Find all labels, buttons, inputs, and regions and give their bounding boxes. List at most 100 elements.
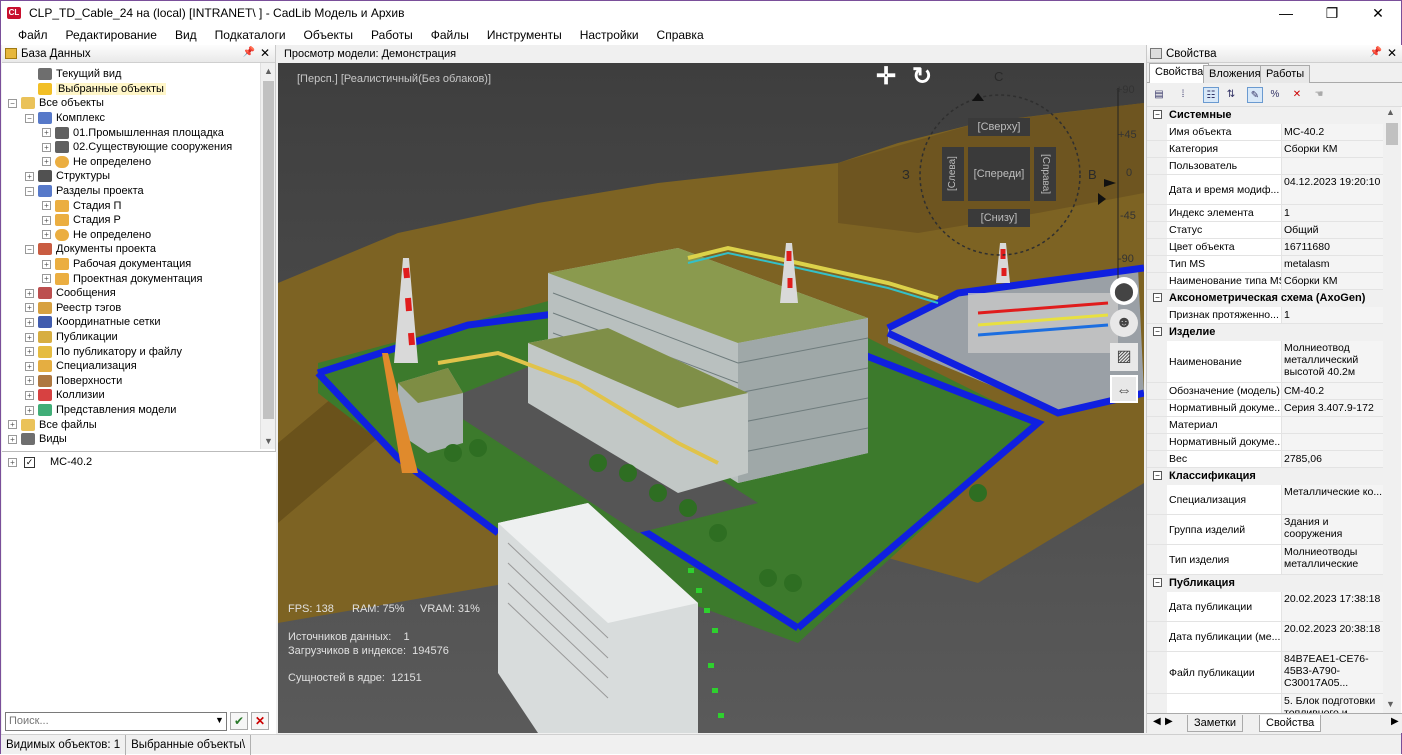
maximize-button[interactable]: ❐ — [1309, 1, 1355, 25]
expand-icon[interactable]: + — [42, 142, 51, 152]
pin-icon[interactable]: 📌 — [1370, 47, 1382, 58]
property-row[interactable]: Тип MS metalasm — [1147, 256, 1383, 273]
expand-icon[interactable]: + — [25, 303, 34, 313]
clear-filter-button[interactable]: ✕ — [251, 712, 269, 730]
property-value[interactable]: Металлические ко... — [1281, 485, 1383, 514]
expand-icon[interactable]: + — [42, 259, 51, 269]
expand-icon[interactable]: + — [42, 274, 51, 284]
property-row[interactable]: Имя объекта МС-40.2 — [1147, 124, 1383, 141]
tree-item[interactable]: + Проектная документация — [42, 271, 202, 286]
tab-notes[interactable]: Заметки — [1187, 715, 1244, 732]
collapse-icon[interactable]: − — [1153, 293, 1162, 302]
tab-attachments[interactable]: Вложения — [1203, 65, 1267, 83]
collapse-icon[interactable]: − — [1153, 471, 1162, 480]
property-row[interactable]: Индекс элемента 1 — [1147, 205, 1383, 222]
tree-item[interactable]: Текущий вид — [25, 67, 121, 82]
view-cube-right[interactable]: [Справа] — [1034, 147, 1056, 201]
property-value[interactable]: Сборки КМ — [1281, 273, 1383, 289]
collapse-icon[interactable]: − — [1153, 578, 1162, 587]
tab-scroll-right-icon[interactable]: ▶ — [1165, 716, 1173, 727]
property-value[interactable] — [1281, 417, 1383, 433]
tree-scrollbar[interactable]: ▲ ▼ — [260, 63, 275, 449]
property-value[interactable]: Общий — [1281, 222, 1383, 238]
scroll-up-icon[interactable]: ▲ — [261, 63, 276, 79]
property-value[interactable]: Молниеотводы металлические — [1281, 545, 1383, 574]
property-row[interactable]: Обозначение (модель) СМ-40.2 — [1147, 383, 1383, 400]
tree-item[interactable]: + Не определено — [42, 228, 151, 243]
property-row[interactable]: Дата публикации 20.02.2023 17:38:18 — [1147, 592, 1383, 622]
tree-item[interactable]: + Виды — [8, 432, 67, 447]
property-section[interactable]: − Аксонометрическая схема (AxoGen) — [1147, 290, 1383, 307]
property-value[interactable]: 5. Блок подготовки топливного и пусковог… — [1281, 694, 1383, 713]
tab-scroll-left-icon[interactable]: ◀ — [1153, 716, 1161, 727]
property-section[interactable]: − Публикация — [1147, 575, 1383, 592]
property-row[interactable]: Нормативный докуме... Серия 3.407.9-172 — [1147, 400, 1383, 417]
expand-icon[interactable]: + — [8, 420, 17, 430]
property-value[interactable]: Молниеотвод металлический высотой 40.2м — [1281, 341, 1383, 382]
property-value[interactable]: МС-40.2 — [1281, 124, 1383, 140]
collapse-icon[interactable]: − — [25, 186, 34, 196]
expand-icon[interactable]: + — [42, 128, 51, 138]
property-row[interactable]: Наименование типа MS Сборки КМ — [1147, 273, 1383, 290]
tree-item[interactable]: + По публикатору и файлу — [25, 344, 182, 359]
view-mode-label[interactable]: [Персп.] [Реалистичный(Без облаков)] — [297, 73, 491, 85]
model-viewport[interactable]: [Персп.] [Реалистичный(Без облаков)] ✛ ↻… — [278, 63, 1144, 733]
expand-icon[interactable]: + — [42, 230, 51, 240]
collapse-icon[interactable]: − — [25, 113, 34, 123]
expand-icon[interactable]: + — [25, 347, 34, 357]
expand-icon[interactable]: + — [25, 288, 34, 298]
menu-item-9[interactable]: Справка — [648, 28, 713, 42]
menu-item-6[interactable]: Файлы — [422, 28, 478, 42]
tree-item[interactable]: − Разделы проекта — [25, 184, 144, 199]
tree-item[interactable]: Выбранные объекты — [25, 82, 166, 97]
property-row[interactable]: Тип изделия Молниеотводы металлические — [1147, 545, 1383, 575]
menu-item-3[interactable]: Подкаталоги — [206, 28, 295, 42]
expand-icon[interactable]: + — [25, 376, 34, 386]
menu-item-4[interactable]: Объекты — [295, 28, 363, 42]
property-row[interactable]: Дата публикации (ме... 20.02.2023 20:38:1… — [1147, 622, 1383, 652]
property-row[interactable]: Вес 2785,06 — [1147, 451, 1383, 468]
property-value[interactable]: 16711680 — [1281, 239, 1383, 255]
property-row[interactable]: Наименование Молниеотвод металлический вы… — [1147, 341, 1383, 383]
property-value[interactable]: Здания и сооружения — [1281, 515, 1383, 544]
tree-item[interactable]: + Сообщения — [25, 286, 116, 301]
fit-view-icon[interactable]: ⇔ — [1110, 375, 1138, 403]
tree-item[interactable]: + Координатные сетки — [25, 315, 160, 330]
expand-icon[interactable]: + — [8, 457, 17, 467]
section-icon[interactable]: ▨ — [1110, 343, 1138, 371]
scroll-thumb[interactable] — [263, 81, 274, 419]
property-value[interactable]: Сборки КМ — [1281, 141, 1383, 157]
tree-item[interactable]: − Все объекты — [8, 96, 104, 111]
scroll-down-icon[interactable]: ▼ — [1386, 699, 1395, 709]
expand-icon[interactable]: + — [25, 332, 34, 342]
tree-item[interactable]: + Публикации — [25, 330, 118, 345]
tree-item[interactable]: − Документы проекта — [25, 242, 156, 257]
close-button[interactable]: ✕ — [1355, 1, 1401, 25]
minimize-button[interactable]: — — [1263, 1, 1309, 25]
expand-icon[interactable]: + — [42, 215, 51, 225]
expand-icon[interactable]: + — [25, 405, 34, 415]
tree-item[interactable]: + Стадия Р — [42, 213, 121, 228]
property-row[interactable]: Нормативный докуме... — [1147, 434, 1383, 451]
visibility-checkbox[interactable]: ✓ — [24, 456, 35, 468]
scroll-down-icon[interactable]: ▼ — [261, 433, 276, 449]
tree-item[interactable]: + Не определено — [42, 155, 151, 170]
property-value[interactable]: 20.02.2023 20:38:18 — [1281, 622, 1383, 651]
property-row[interactable]: Группа изделий Здания и сооружения — [1147, 515, 1383, 545]
tab-scroll-end-icon[interactable]: ▶ — [1391, 716, 1399, 727]
pin-icon[interactable]: 📌 — [243, 47, 255, 58]
property-value[interactable]: СМ-40.2 — [1281, 383, 1383, 399]
property-section[interactable]: − Классификация — [1147, 468, 1383, 485]
menu-item-0[interactable]: Файл — [9, 28, 57, 42]
view-cube-front[interactable]: [Спереди] — [968, 147, 1030, 201]
property-row[interactable]: Пользователь — [1147, 158, 1383, 175]
menu-item-1[interactable]: Редактирование — [57, 28, 166, 42]
menu-item-7[interactable]: Инструменты — [478, 28, 571, 42]
tree-item[interactable]: + Стадия П — [42, 198, 121, 213]
property-value[interactable]: metalasm — [1281, 256, 1383, 272]
properties-scrollbar[interactable]: ▲ ▼ — [1383, 107, 1401, 713]
tab-works[interactable]: Работы — [1260, 65, 1311, 83]
property-section[interactable]: − Изделие — [1147, 324, 1383, 341]
expand-icon[interactable]: + — [25, 390, 34, 400]
expand-icon[interactable]: + — [42, 157, 51, 167]
